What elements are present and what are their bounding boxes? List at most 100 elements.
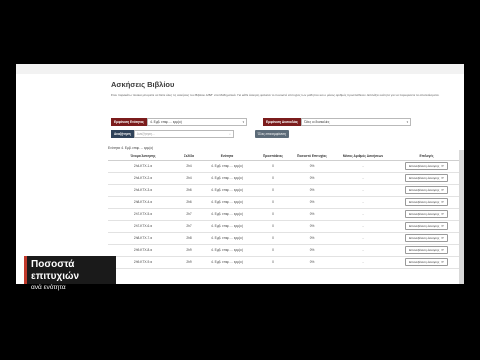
exercises-table: Όνομα Άσκησης Σελίδα Ενότητα Προσπάθειες… (108, 152, 459, 269)
cell-page: 2h7 (178, 208, 200, 221)
review-exercise-label: Επανεξέταση άσκησης (409, 200, 440, 204)
review-exercise-label: Επανεξέταση άσκησης (409, 164, 440, 168)
review-exercise-button[interactable]: Επανεξέταση άσκησης ⟳ (405, 210, 448, 218)
cell-section: 4. Εμβ. επιφ. ... ερμ(ο) (200, 196, 254, 209)
table-row: 2h9-ΚΤΧ-9.α 2h9 4. Εμβ. επιφ. ... ερμ(ο) 0 0… (108, 256, 459, 269)
refresh-icon: ⟳ (441, 248, 444, 252)
cell-name: 2h4-ΚΤΧ-3.α (108, 184, 178, 197)
section-filter-label: Εμφάνιση Ενότητας (111, 118, 148, 126)
cell-actions: Επανεξέταση άσκησης ⟳ (394, 220, 459, 233)
search-input[interactable]: Αναζήτηση... ⌕ (133, 130, 234, 138)
section-select-value: 4. Εμβ. επιφ. ... ερμ(ο) (150, 120, 182, 124)
cell-section: 4. Εμβ. επιφ. ... ερμ(ο) (200, 220, 254, 233)
cell-attempts: 0 (254, 256, 292, 269)
table-row: 2h8-ΚΤΧ-7.α 2h8 4. Εμβ. επιφ. ... ερμ(ο) 0 0… (108, 232, 459, 245)
video-caption-banner: Ποσοστά επιτυχιών ανά ενότητα (24, 256, 116, 291)
col-header-success[interactable]: Ποσοστό Επιτυχίας (292, 152, 332, 161)
col-header-attempts[interactable]: Προσπάθειες (254, 152, 292, 161)
table-row: 2h7-ΚΤΧ-5.α 2h7 4. Εμβ. επιφ. ... ερμ(ο) 0 0… (108, 208, 459, 221)
cell-name: 2h8-ΚΤΧ-7.α (108, 232, 178, 245)
browser-top-strip (16, 64, 464, 74)
cell-success: 0% (292, 244, 332, 257)
col-header-section[interactable]: Ενότητα (200, 152, 254, 161)
table-row: 2h7-ΚΤΧ-6.α 2h7 4. Εμβ. επιφ. ... ερμ(ο) 0 0… (108, 220, 459, 233)
table-row: 2h4-ΚΤΧ-2.α 2h4 4. Εμβ. επιφ. ... ερμ(ο) 0 0… (108, 172, 459, 185)
chevron-down-icon: ▾ (242, 120, 245, 124)
review-exercise-label: Επανεξέταση άσκησης (409, 236, 440, 240)
review-exercise-button[interactable]: Επανεξέταση άσκησης ⟳ (405, 246, 448, 254)
review-exercise-button[interactable]: Επανεξέταση άσκησης ⟳ (405, 186, 448, 194)
refresh-icon: ⟳ (441, 200, 444, 204)
table-row: 2h4-ΚΤΧ-3.α 2h6 4. Εμβ. επιφ. ... ερμ(ο) 0 0… (108, 184, 459, 197)
cell-avg: - (332, 220, 394, 233)
active-filter-chip[interactable]: Ενότητα: 4. Εμβ. επιφ. ... ερμ(ο) (108, 146, 153, 150)
difficulty-filter-label: Εμφάνιση Δυσκολίας (263, 118, 302, 126)
review-exercise-button[interactable]: Επανεξέταση άσκησης ⟳ (405, 174, 448, 182)
table-row: 2h8-ΚΤΧ-4.α 2h6 4. Εμβ. επιφ. ... ερμ(ο) 0 0… (108, 196, 459, 209)
review-exercise-label: Επανεξέταση άσκησης (409, 260, 440, 264)
col-header-name[interactable]: Όνομα Άσκησης (108, 152, 178, 161)
cell-avg: - (332, 184, 394, 197)
cell-name: 2h4-ΚΤΧ-1.α (108, 160, 178, 173)
cell-page: 2h4 (178, 172, 200, 185)
cell-attempts: 0 (254, 232, 292, 245)
cell-page: 2h9 (178, 244, 200, 257)
review-exercise-label: Επανεξέταση άσκησης (409, 224, 440, 228)
col-header-avg[interactable]: Μέσος Αριθμός Ασκήσεων (332, 152, 394, 161)
cell-avg: - (332, 208, 394, 221)
section-select[interactable]: 4. Εμβ. επιφ. ... ερμ(ο) ▾ (147, 118, 248, 126)
review-exercise-button[interactable]: Επανεξέταση άσκησης ⟳ (405, 198, 448, 206)
page-description: Στον παρακάτω πίνακα μπορείτε να δείτε ό… (111, 93, 440, 97)
col-header-actions: Επιλογές (394, 152, 459, 161)
cell-actions: Επανεξέταση άσκησης ⟳ (394, 172, 459, 185)
refresh-icon: ⟳ (441, 260, 444, 264)
show-all-button[interactable]: Όλες επανεμφάνιση (254, 130, 289, 138)
cell-page: 2h6 (178, 184, 200, 197)
refresh-icon: ⟳ (441, 188, 444, 192)
col-header-page[interactable]: Σελίδα (178, 152, 200, 161)
cell-success: 0% (292, 220, 332, 233)
review-exercise-button[interactable]: Επανεξέταση άσκησης ⟳ (405, 234, 448, 242)
cell-avg: - (332, 160, 394, 173)
search-row: Αναζήτηση Αναζήτηση... ⌕ Όλες επανεμφάνι… (111, 130, 289, 138)
refresh-icon: ⟳ (441, 164, 444, 168)
banner-subtitle: ανά ενότητα (31, 284, 66, 291)
review-exercise-label: Επανεξέταση άσκησης (409, 188, 440, 192)
cell-section: 4. Εμβ. επιφ. ... ερμ(ο) (200, 208, 254, 221)
cell-actions: Επανεξέταση άσκησης ⟳ (394, 196, 459, 209)
scrollbar[interactable] (459, 150, 464, 284)
cell-section: 4. Εμβ. επιφ. ... ερμ(ο) (200, 244, 254, 257)
table-header-row: Όνομα Άσκησης Σελίδα Ενότητα Προσπάθειες… (108, 152, 459, 161)
cell-page: 2h7 (178, 220, 200, 233)
cell-avg: - (332, 244, 394, 257)
refresh-icon: ⟳ (441, 236, 444, 240)
cell-avg: - (332, 232, 394, 245)
video-frame: Ασκήσεις Βιβλίου Στον παρακάτω πίνακα μπ… (0, 0, 480, 360)
review-exercise-button[interactable]: Επανεξέταση άσκησης ⟳ (405, 162, 448, 170)
refresh-icon: ⟳ (441, 224, 444, 228)
cell-page: 2h6 (178, 196, 200, 209)
refresh-icon: ⟳ (441, 212, 444, 216)
cell-attempts: 0 (254, 220, 292, 233)
difficulty-select[interactable]: Όλες οι δυσκολίες ▾ (301, 118, 412, 126)
cell-actions: Επανεξέταση άσκησης ⟳ (394, 184, 459, 197)
banner-title: Ποσοστά επιτυχιών (31, 259, 80, 282)
review-exercise-button[interactable]: Επανεξέταση άσκησης ⟳ (405, 222, 448, 230)
difficulty-filter: Εμφάνιση Δυσκολίας Όλες οι δυσκολίες ▾ (263, 118, 412, 126)
table-row: 2h4-ΚΤΧ-1.α 2h4 4. Εμβ. επιφ. ... ερμ(ο) 0 0… (108, 160, 459, 173)
cell-page: 2h8 (178, 232, 200, 245)
section-filter: Εμφάνιση Ενότητας 4. Εμβ. επιφ. ... ερμ(… (111, 118, 248, 126)
difficulty-select-value: Όλες οι δυσκολίες (304, 120, 330, 124)
cell-actions: Επανεξέταση άσκησης ⟳ (394, 244, 459, 257)
chevron-down-icon: ▾ (406, 120, 409, 124)
cell-attempts: 0 (254, 196, 292, 209)
cell-attempts: 0 (254, 244, 292, 257)
search-placeholder: Αναζήτηση... (136, 132, 155, 136)
table-row: 2h9-ΚΤΧ-8.α 2h9 4. Εμβ. επιφ. ... ερμ(ο) 0 0… (108, 244, 459, 257)
refresh-icon: ⟳ (441, 176, 444, 180)
search-label: Αναζήτηση (111, 130, 134, 138)
cell-name: 2h8-ΚΤΧ-4.α (108, 196, 178, 209)
cell-success: 0% (292, 160, 332, 173)
review-exercise-button[interactable]: Επανεξέταση άσκησης ⟳ (405, 258, 448, 266)
cell-attempts: 0 (254, 184, 292, 197)
